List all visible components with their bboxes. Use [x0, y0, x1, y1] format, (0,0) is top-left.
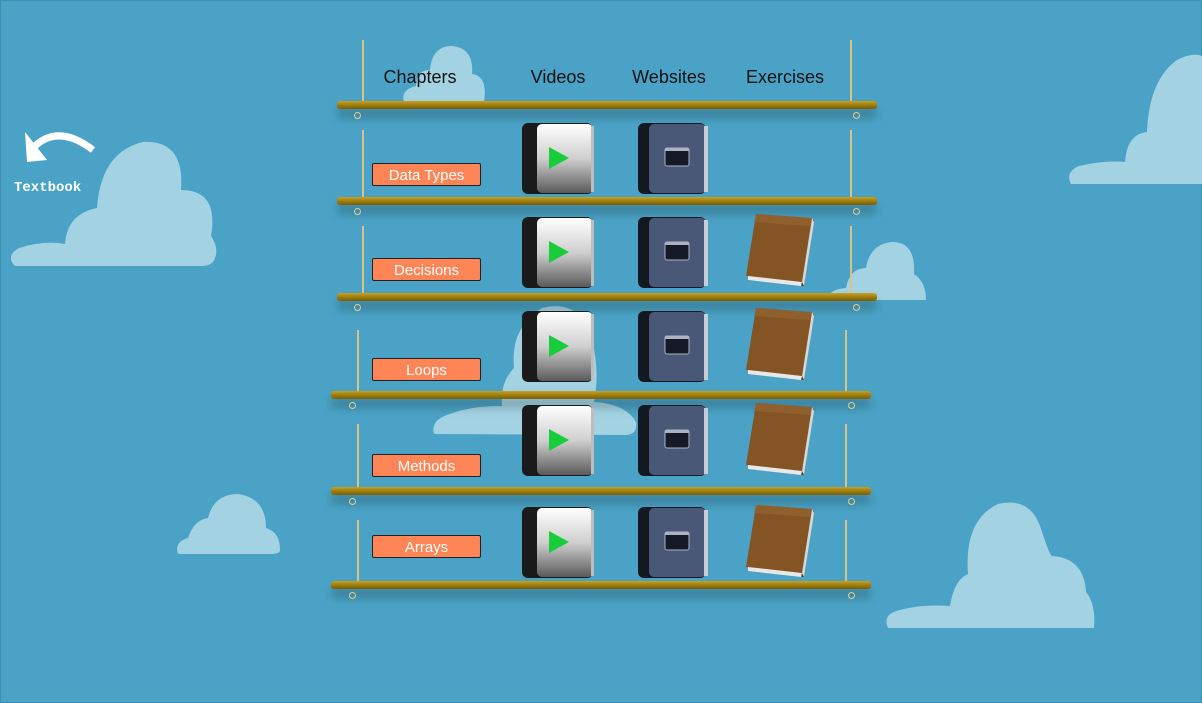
chapter-button-arrays[interactable]: Arrays: [372, 535, 481, 558]
website-icon[interactable]: [637, 216, 709, 290]
shelf-rope: [362, 130, 364, 198]
shelf-rope: [357, 424, 359, 488]
cloud-bottom-right: [886, 502, 1095, 628]
chapter-button-loops[interactable]: Loops: [372, 358, 481, 381]
header-exercises: Exercises: [745, 67, 825, 87]
shelf-rope: [850, 40, 852, 104]
rope-knot: [848, 498, 855, 505]
rope-knot: [848, 592, 855, 599]
chapter-button-decisions[interactable]: Decisions: [372, 258, 481, 281]
chapter-button-methods[interactable]: Methods: [372, 454, 481, 477]
back-label: Textbook: [14, 180, 82, 196]
shelf-rope: [357, 520, 359, 582]
header-videos: Videos: [530, 67, 586, 87]
chapter-button-data-types[interactable]: Data Types: [372, 163, 481, 186]
rope-knot: [853, 208, 860, 215]
shelf-rope: [362, 226, 364, 294]
video-icon[interactable]: [521, 404, 595, 478]
rope-knot: [354, 304, 361, 311]
shelf-rope: [850, 226, 852, 294]
video-icon[interactable]: [521, 216, 595, 290]
rope-knot: [354, 112, 361, 119]
rope-knot: [848, 402, 855, 409]
video-icon[interactable]: [521, 506, 595, 580]
shelf-rope: [357, 330, 359, 392]
shelf-plank: [337, 197, 877, 205]
shelf-rope: [845, 520, 847, 582]
shelf-plank: [331, 581, 871, 589]
exercise-book-icon[interactable]: [744, 503, 818, 579]
shelf-rope: [845, 424, 847, 488]
exercise-book-icon[interactable]: [744, 401, 818, 477]
video-icon[interactable]: [521, 122, 595, 196]
website-icon[interactable]: [637, 404, 709, 478]
rope-knot: [349, 402, 356, 409]
video-icon[interactable]: [521, 310, 595, 384]
rope-knot: [349, 592, 356, 599]
header-chapters: Chapters: [383, 67, 457, 87]
website-icon[interactable]: [637, 506, 709, 580]
rope-knot: [853, 112, 860, 119]
cloud-top-right: [1069, 54, 1202, 184]
shelf-plank: [331, 391, 871, 399]
shelf-plank: [337, 293, 877, 301]
shelf-rope: [845, 330, 847, 392]
cloud-bottom-left: [177, 494, 280, 554]
shelf-plank-header: [337, 101, 877, 109]
website-icon[interactable]: [637, 122, 709, 196]
shelf-plank: [331, 487, 871, 495]
undo-arrow-icon: [25, 132, 96, 162]
header-websites: Websites: [632, 67, 706, 87]
rope-knot: [354, 208, 361, 215]
exercise-book-icon[interactable]: [744, 306, 818, 382]
rope-knot: [349, 498, 356, 505]
shelf-rope: [850, 130, 852, 198]
shelf-rope: [362, 40, 364, 104]
website-icon[interactable]: [637, 310, 709, 384]
rope-knot: [853, 304, 860, 311]
exercise-book-icon[interactable]: [744, 212, 818, 288]
